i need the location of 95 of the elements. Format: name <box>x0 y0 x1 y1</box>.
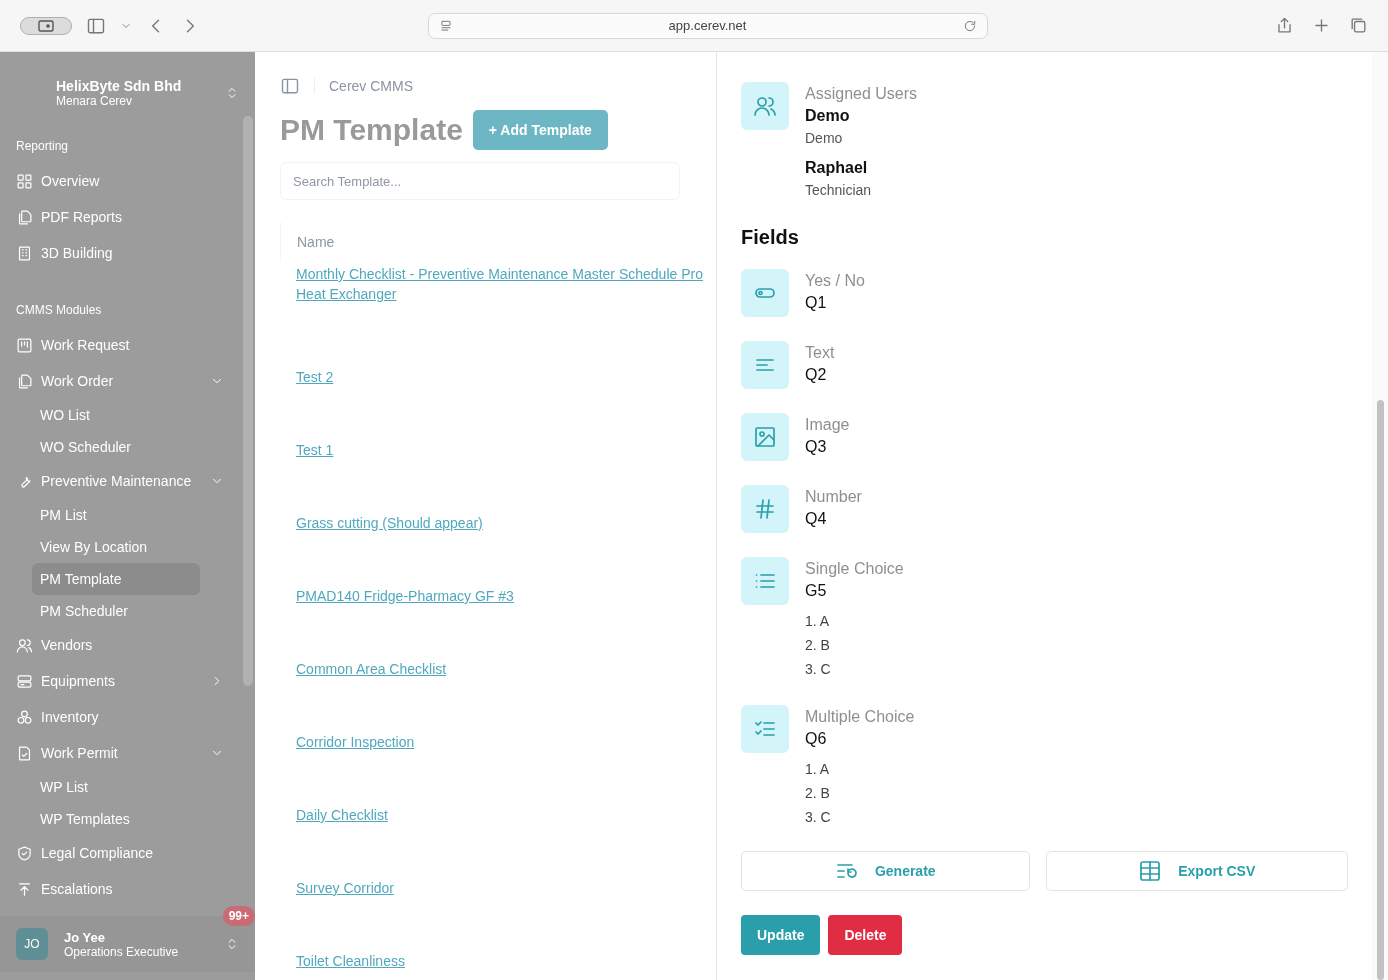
hash-icon <box>753 497 777 521</box>
section-label: Assigned Users <box>805 84 918 104</box>
field-type: Single Choice <box>805 559 904 579</box>
field-name: Q3 <box>805 437 828 457</box>
section-label: Reporting <box>15 138 70 155</box>
template-link[interactable]: Test 1 <box>296 440 334 460</box>
arrow-up-icon <box>16 880 33 898</box>
export-button[interactable]: Export CSV <box>1045 851 1348 891</box>
sidebar-icon <box>280 76 300 96</box>
option: 2. B <box>805 633 904 657</box>
nav-item[interactable]: PDF Reports <box>0 199 240 235</box>
section-label: CMMS Modules <box>15 302 103 319</box>
document-icon <box>16 744 33 762</box>
column-header: Name <box>280 222 716 262</box>
search-field[interactable]: Search Template... <box>280 162 680 200</box>
update-button[interactable]: Update <box>741 915 821 955</box>
field-name: Q1 <box>805 293 828 313</box>
nav-item[interactable]: Preventive Maintenance <box>0 463 240 499</box>
users-icon <box>753 94 777 118</box>
nav-subitem[interactable]: WP List <box>32 771 200 803</box>
template-link[interactable]: Toilet Cleanliness <box>296 951 405 971</box>
option: 2. B <box>805 781 915 805</box>
user-role: Technician <box>805 181 873 200</box>
nav-item[interactable]: Vendors <box>0 627 240 663</box>
field-type: Multiple Choice <box>805 707 915 727</box>
grid-icon <box>16 172 33 190</box>
documents-icon <box>16 372 33 390</box>
field-type: Yes / No <box>805 271 865 291</box>
address-bar[interactable]: app.cerev.net <box>427 12 988 39</box>
tabs-icon <box>1349 16 1368 35</box>
nav-item[interactable]: Equipments <box>0 663 240 699</box>
delete-button[interactable]: Delete <box>828 915 903 955</box>
user-name: Raphael <box>805 158 869 178</box>
field-name: Q2 <box>805 365 828 385</box>
table-icon <box>1138 859 1163 883</box>
field-type: Text <box>805 343 835 363</box>
user-role: Operations Executive <box>64 944 180 959</box>
board-icon <box>16 336 33 354</box>
server-icon <box>16 672 33 690</box>
user-name: Demo <box>805 106 851 126</box>
template-link[interactable]: PMAD140 Fridge-Pharmacy GF #3 <box>296 586 514 606</box>
documents-icon <box>16 208 33 226</box>
template-link[interactable]: Survey Corridor <box>296 878 395 898</box>
nav-item[interactable]: Work Order <box>0 363 240 399</box>
boxes-icon <box>16 708 33 726</box>
users-icon <box>16 636 33 654</box>
nav-subitem[interactable]: WO Scheduler <box>32 431 200 463</box>
image-icon <box>753 425 777 449</box>
user-name: Jo Yee <box>64 929 106 945</box>
nav-subitem[interactable]: WP Templates <box>32 803 200 835</box>
page-title: PM Template <box>280 113 463 147</box>
user-role: Demo <box>805 129 844 148</box>
field-name: Q6 <box>805 729 828 749</box>
site-icon <box>438 18 453 33</box>
nav-subitem[interactable]: PM List <box>32 499 200 531</box>
plus-icon <box>1312 16 1331 35</box>
notification-badge: 99+ <box>222 906 255 926</box>
option: 3. C <box>805 657 904 681</box>
template-link[interactable]: Grass cutting (Should appear) <box>296 513 483 533</box>
nav-item[interactable]: Overview <box>0 163 240 199</box>
field-name: Q4 <box>805 509 828 529</box>
org-name: HelixByte Sdn Bhd <box>56 78 183 94</box>
template-link[interactable]: Monthly Checklist - Preventive Maintenance Master Schedule Pro Heat Exchanger <box>296 264 703 304</box>
site-name: Menara Cerev <box>56 94 134 108</box>
shield-icon <box>16 844 33 862</box>
nav-item[interactable]: Legal Compliance <box>0 835 240 871</box>
nav-subitem[interactable]: WO List <box>32 399 200 431</box>
field-name: G5 <box>805 581 828 601</box>
profile-icon[interactable] <box>20 16 72 35</box>
reload-icon <box>962 18 977 33</box>
nav-item[interactable]: Work Request <box>0 327 240 363</box>
add-template-button[interactable]: + Add Template <box>472 110 608 150</box>
template-link[interactable]: Corridor Inspection <box>296 732 415 752</box>
nav-item[interactable]: Inventory <box>0 699 240 735</box>
nav-subitem[interactable]: View By Location <box>32 531 200 563</box>
breadcrumb[interactable]: Cerev CMMS <box>329 78 413 94</box>
nav-subitem[interactable]: PM Template <box>32 563 200 595</box>
option: 3. C <box>805 805 915 829</box>
generate-button[interactable]: Generate <box>741 851 1030 891</box>
avatar: JO <box>16 928 48 960</box>
option: 1. A <box>805 757 915 781</box>
section-title: Fields <box>741 226 800 249</box>
nav-item[interactable]: Work Permit <box>0 735 240 771</box>
share-icon <box>1275 16 1294 35</box>
option: 1. A <box>805 609 904 633</box>
nav-item[interactable]: 3D Building <box>0 235 240 271</box>
nav-item[interactable]: Escalations <box>0 871 240 907</box>
nav-subitem[interactable]: PM Scheduler <box>32 595 200 627</box>
template-link[interactable]: Common Area Checklist <box>296 659 447 679</box>
scrollbar-thumb[interactable] <box>1377 400 1384 980</box>
field-type: Number <box>805 487 862 507</box>
field-type: Image <box>805 415 850 435</box>
building-icon <box>16 244 33 262</box>
template-link[interactable]: Test 2 <box>296 367 334 387</box>
template-link[interactable]: Daily Checklist <box>296 805 388 825</box>
